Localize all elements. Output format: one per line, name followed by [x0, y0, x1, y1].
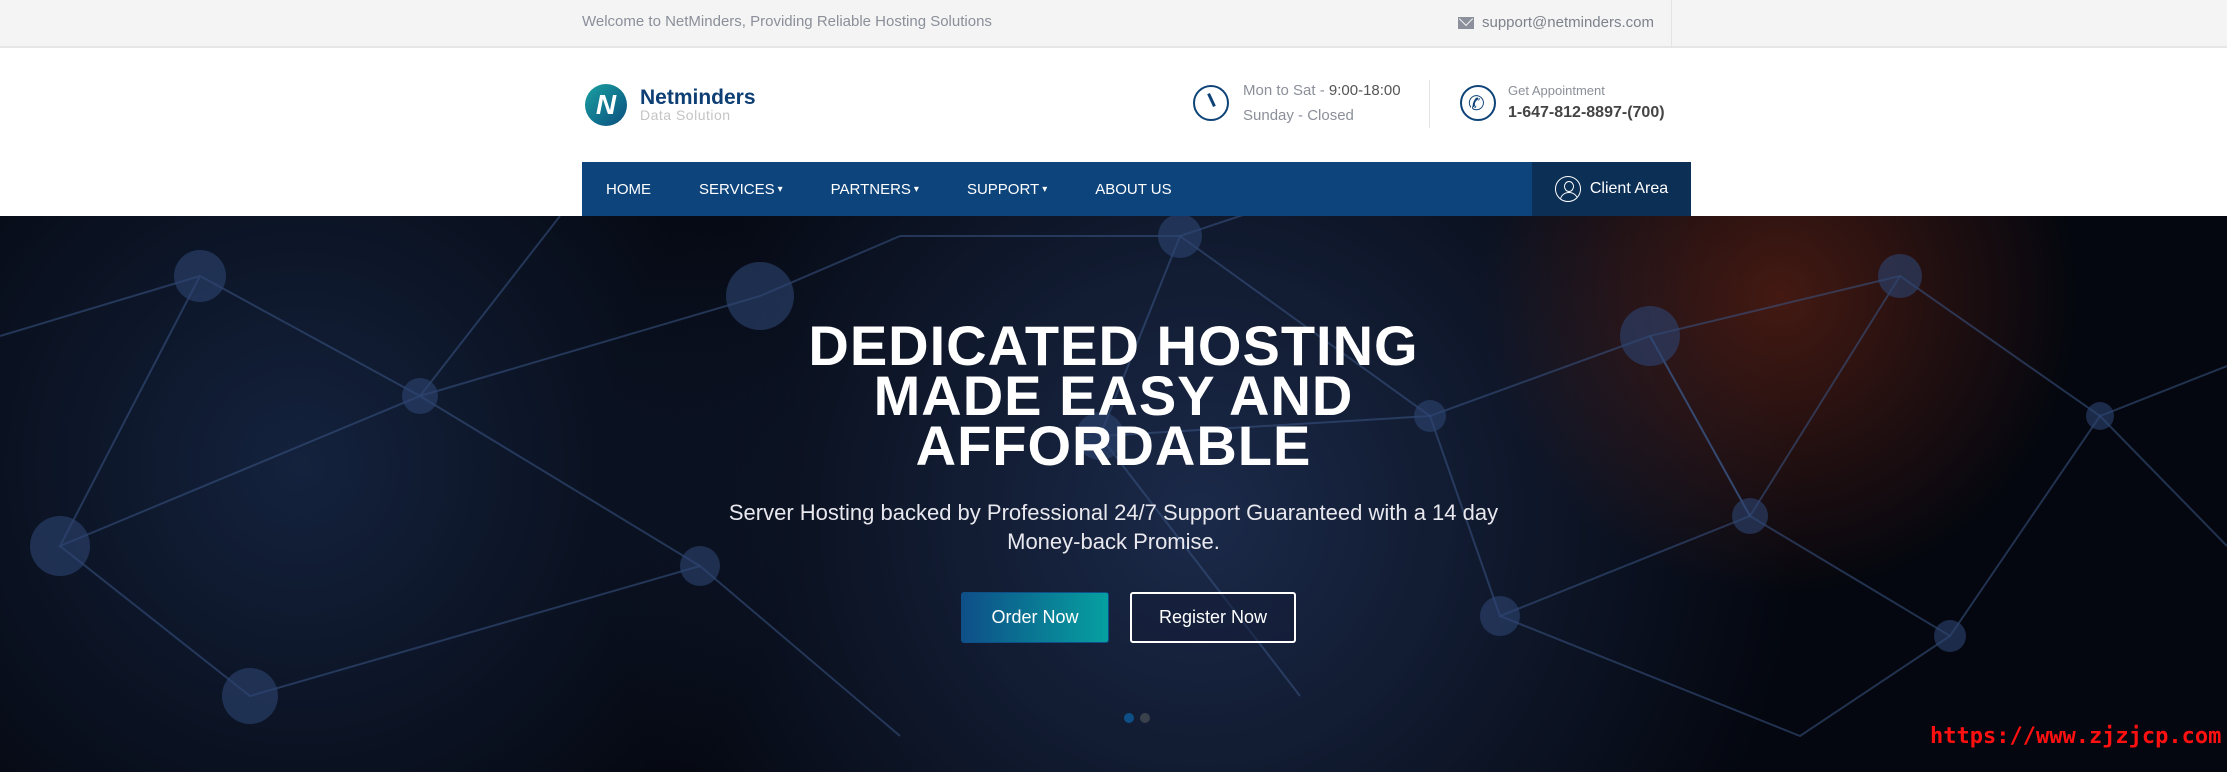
watermark: https://www.zjzjcp.com	[1930, 724, 2222, 749]
hero-subtitle-line: Money-back Promise.	[1007, 529, 1220, 554]
divider	[1671, 0, 1672, 48]
hero-subtitle: Server Hosting backed by Professional 24…	[0, 498, 2227, 556]
logo-name: Netminders	[640, 86, 756, 109]
logo-subtitle: Data Solution	[640, 107, 731, 123]
support-email-link[interactable]: support@netminders.com	[1458, 14, 1654, 31]
welcome-text: Welcome to NetMinders, Providing Reliabl…	[582, 13, 992, 30]
nav-label: ABOUT US	[1095, 180, 1172, 198]
nav-label: SERVICES	[699, 180, 775, 198]
logo[interactable]: N Netminders Data Solution	[585, 84, 756, 126]
hero-slider: DEDICATED HOSTING MADE EASY AND AFFORDAB…	[0, 216, 2227, 772]
phone-icon: ✆	[1460, 84, 1496, 121]
slide-dot[interactable]	[1140, 713, 1150, 723]
caret-down-icon: ▾	[1042, 183, 1048, 195]
clock-icon	[1193, 85, 1229, 121]
appointment-contact: ✆ Get Appointment 1-647-812-8897-(700)	[1460, 83, 1665, 122]
caret-down-icon: ▾	[913, 183, 919, 195]
nav-label: PARTNERS	[830, 180, 911, 198]
nav-label: SUPPORT	[966, 180, 1040, 198]
caret-down-icon: ▾	[777, 183, 783, 195]
order-now-button[interactable]: Order Now	[961, 592, 1109, 643]
hours-weekday-time: 9:00-18:00	[1328, 82, 1401, 99]
network-background	[0, 216, 2227, 738]
client-area-label: Client Area	[1589, 180, 1669, 197]
nav-home[interactable]: HOME	[582, 162, 675, 216]
appointment-label: Get Appointment	[1508, 83, 1605, 98]
phone-number[interactable]: 1-647-812-8897-(700)	[1508, 104, 1665, 122]
logo-mark-icon: N	[585, 84, 627, 126]
hours-weekday-label: Mon to Sat -	[1243, 82, 1329, 99]
hours-sunday: Sunday - Closed	[1243, 107, 1354, 124]
hero-title: DEDICATED HOSTING MADE EASY AND AFFORDAB…	[0, 318, 2227, 477]
hero-title-line: AFFORDABLE	[915, 414, 1312, 477]
slide-dot-active[interactable]	[1124, 713, 1134, 723]
envelope-icon	[1458, 16, 1474, 29]
support-email[interactable]: support@netminders.com	[1482, 14, 1654, 31]
user-icon	[1554, 176, 1581, 202]
nav-partners[interactable]: PARTNERS ▾	[807, 162, 943, 216]
nav-about[interactable]: ABOUT US	[1071, 162, 1195, 216]
register-now-button[interactable]: Register Now	[1130, 592, 1296, 643]
main-nav: HOME SERVICES ▾ PARTNERS ▾ SUPPORT ▾ ABOUT …	[582, 162, 1691, 216]
nav-support[interactable]: SUPPORT ▾	[943, 162, 1071, 216]
hero-subtitle-line: Server Hosting backed by Professional 24…	[728, 500, 1499, 525]
client-area-button[interactable]: Client Area	[1532, 162, 1691, 216]
divider	[1429, 80, 1430, 128]
nav-label: HOME	[606, 180, 651, 198]
nav-services[interactable]: SERVICES ▾	[675, 162, 807, 216]
opening-hours: Mon to Sat - 9:00-18:00 Sunday - Closed	[1193, 78, 1401, 128]
top-bar: Welcome to NetMinders, Providing Reliabl…	[0, 0, 2227, 48]
